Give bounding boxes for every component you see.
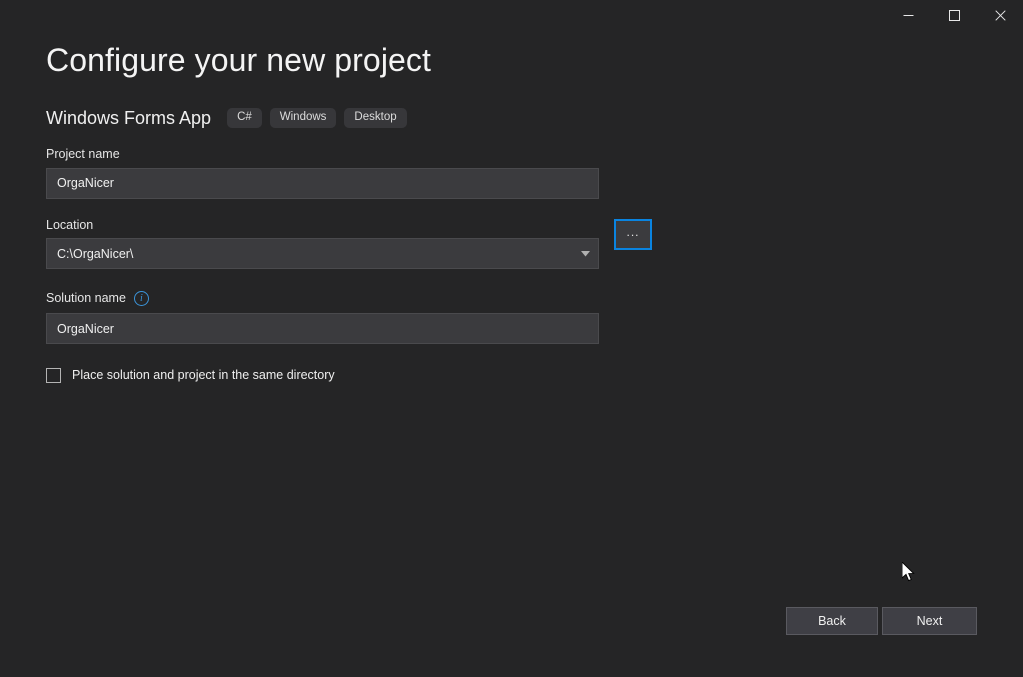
project-config-form: Project name Location ... (46, 148, 652, 383)
tag-language: C# (227, 107, 262, 129)
tag-project-type: Desktop (344, 107, 407, 129)
close-icon (994, 9, 1006, 21)
template-info-row: Windows Forms App C# Windows Desktop (46, 106, 415, 130)
same-directory-checkbox-row[interactable]: Place solution and project in the same d… (46, 368, 646, 383)
project-name-label: Project name (46, 147, 120, 161)
page-title: Configure your new project (46, 42, 432, 78)
dialog-footer: Back Next (0, 607, 1023, 677)
project-name-field-group: Project name (46, 148, 646, 199)
title-bar (0, 0, 1023, 30)
same-directory-checkbox[interactable] (46, 368, 61, 383)
info-icon[interactable]: i (133, 291, 149, 306)
close-button[interactable] (977, 0, 1023, 30)
location-combobox[interactable] (46, 238, 599, 269)
back-button[interactable]: Back (786, 607, 878, 635)
project-name-input[interactable] (46, 167, 599, 199)
maximize-button[interactable] (931, 0, 977, 30)
location-label: Location (46, 217, 94, 232)
minimize-button[interactable] (885, 0, 931, 30)
tag-platform: Windows (269, 107, 337, 129)
same-directory-label: Place solution and project in the same d… (72, 368, 335, 383)
minimize-icon (903, 10, 914, 21)
solution-name-label: Solution name i (46, 291, 646, 306)
solution-name-field-group: Solution name i (46, 291, 646, 344)
next-button[interactable]: Next (882, 607, 977, 635)
browse-location-button[interactable]: ... (614, 218, 652, 250)
location-input[interactable] (46, 238, 599, 269)
dialog-content: Configure your new project Windows Forms… (0, 30, 1023, 677)
maximize-icon (948, 9, 960, 21)
location-field-group: Location ... (46, 217, 652, 269)
solution-name-input[interactable] (46, 313, 599, 344)
template-name: Windows Forms App (46, 107, 212, 128)
